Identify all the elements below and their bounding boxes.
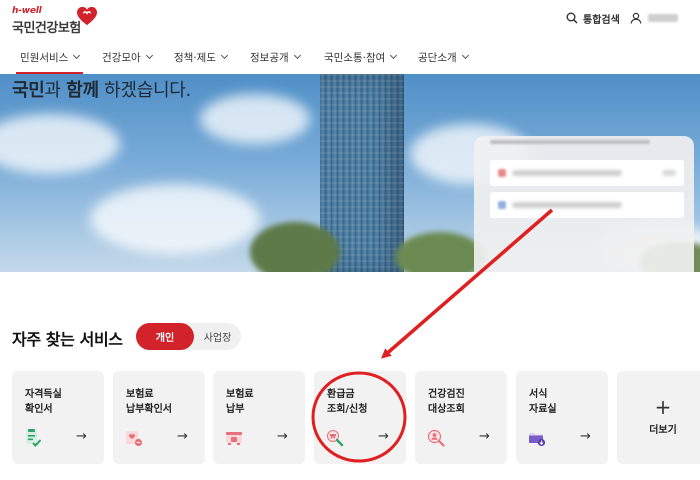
card-label: 환급금 조회/신청 (327, 389, 368, 415)
nav-item-civil-service[interactable]: 민원서비스 (15, 40, 84, 74)
toggle-business[interactable]: 사업장 (194, 323, 241, 350)
nav-label: 공단소개 (418, 51, 457, 64)
chevron-down-icon (293, 51, 301, 60)
svg-text:₩: ₩ (330, 434, 336, 441)
logo-tagline: h-well (12, 6, 42, 16)
service-card-refund[interactable]: 환급금 조회/신청 ₩ → (314, 371, 406, 464)
hero-slogan: 국민과 함께 하겠습니다. (12, 76, 191, 102)
chevron-down-icon (73, 51, 81, 60)
main-nav: 민원서비스 건강모아 정책·제도 정보공개 국민소통·참여 공단소개 (0, 40, 700, 75)
redacted-text (662, 170, 676, 176)
nav-label: 국민소통·참여 (324, 51, 386, 64)
payment-cart-icon (226, 432, 242, 445)
hero-banner: 국민과 함께 하겠습니다. (0, 74, 700, 272)
card-label: 건강검진 대상조회 (428, 389, 465, 415)
cloud-decoration (90, 184, 260, 254)
nav-label: 민원서비스 (20, 51, 69, 64)
more-services-button[interactable]: + 더보기 (617, 371, 700, 464)
cloud-decoration (200, 94, 310, 144)
nav-label: 정책·제도 (174, 51, 216, 64)
service-card-eligibility[interactable]: 자격득실 확인서 → (12, 371, 104, 464)
chevron-down-icon (145, 51, 153, 60)
service-card-premium-payment[interactable]: 보험료 납부 → (213, 371, 305, 464)
panel-link-redacted[interactable] (490, 192, 684, 218)
hero-bold-1: 국민 (12, 80, 45, 101)
toggle-individual[interactable]: 개인 (136, 323, 194, 350)
refund-search-icon: ₩ (327, 430, 344, 447)
hero-tail: 하겠습니다. (98, 80, 191, 101)
service-type-toggle: 개인 사업장 (136, 323, 241, 350)
card-label: 보험료 납부확인서 (126, 389, 172, 415)
hero-mid: 과 (44, 80, 67, 101)
arrow-right-icon: → (479, 429, 490, 444)
logo-title: 국민건강보험 (12, 21, 81, 36)
service-card-payment-certificate[interactable]: 보험료 납부확인서 → (113, 371, 205, 464)
service-card-checkup[interactable]: 건강검진 대상조회 → (415, 371, 507, 464)
arrow-right-icon: → (580, 429, 591, 444)
nav-item-about[interactable]: 공단소개 (418, 40, 469, 74)
card-label: 서식 자료실 (529, 389, 557, 415)
user-name-redacted (648, 14, 678, 22)
cloud-decoration (0, 114, 120, 174)
arrow-right-icon: → (277, 429, 288, 444)
frequent-services-title: 자주 찾는 서비스 (12, 330, 123, 349)
nhis-logo[interactable]: h-well 국민건강보험 (12, 6, 97, 36)
plus-icon: + (654, 395, 672, 419)
panel-link-redacted[interactable] (490, 160, 684, 186)
document-check-icon (26, 429, 42, 447)
site-header: h-well 국민건강보험 통합검색 (0, 0, 700, 40)
nav-label: 건강모아 (102, 51, 141, 64)
total-search-button[interactable]: 통합검색 (566, 10, 620, 26)
user-menu[interactable] (630, 10, 678, 26)
panel-heading-redacted (490, 140, 650, 144)
nav-item-info-disclosure[interactable]: 정보공개 (250, 40, 301, 74)
card-label: 보험료 납부 (226, 389, 254, 415)
notice-panel-redacted (474, 136, 694, 272)
arrow-right-icon: → (378, 429, 389, 444)
hero-bold-2: 함께 (66, 80, 99, 101)
arrow-right-icon: → (177, 429, 188, 444)
service-card-forms[interactable]: 서식 자료실 → (516, 371, 608, 464)
person-search-icon (427, 429, 445, 447)
arrow-right-icon: → (76, 429, 87, 444)
chevron-down-icon (220, 51, 229, 60)
nav-item-participation[interactable]: 국민소통·참여 (324, 40, 398, 74)
receipt-heart-icon (126, 431, 143, 447)
user-icon (630, 12, 642, 24)
nav-item-health-moa[interactable]: 건강모아 (102, 40, 153, 74)
redacted-text (512, 202, 622, 208)
bullet-icon (498, 201, 506, 209)
tree-decoration (395, 232, 485, 272)
heart-logo-icon (77, 6, 97, 26)
bullet-icon (498, 169, 506, 177)
more-label: 더보기 (649, 425, 677, 436)
search-icon (566, 12, 578, 24)
total-search-label: 통합검색 (583, 14, 620, 26)
chevron-down-icon (461, 51, 469, 60)
card-label: 자격득실 확인서 (25, 389, 62, 415)
nav-label: 정보공개 (250, 51, 289, 64)
nav-item-policy[interactable]: 정책·제도 (174, 40, 229, 74)
redacted-text (512, 170, 622, 176)
folder-download-icon (529, 433, 546, 447)
chevron-down-icon (390, 51, 398, 60)
